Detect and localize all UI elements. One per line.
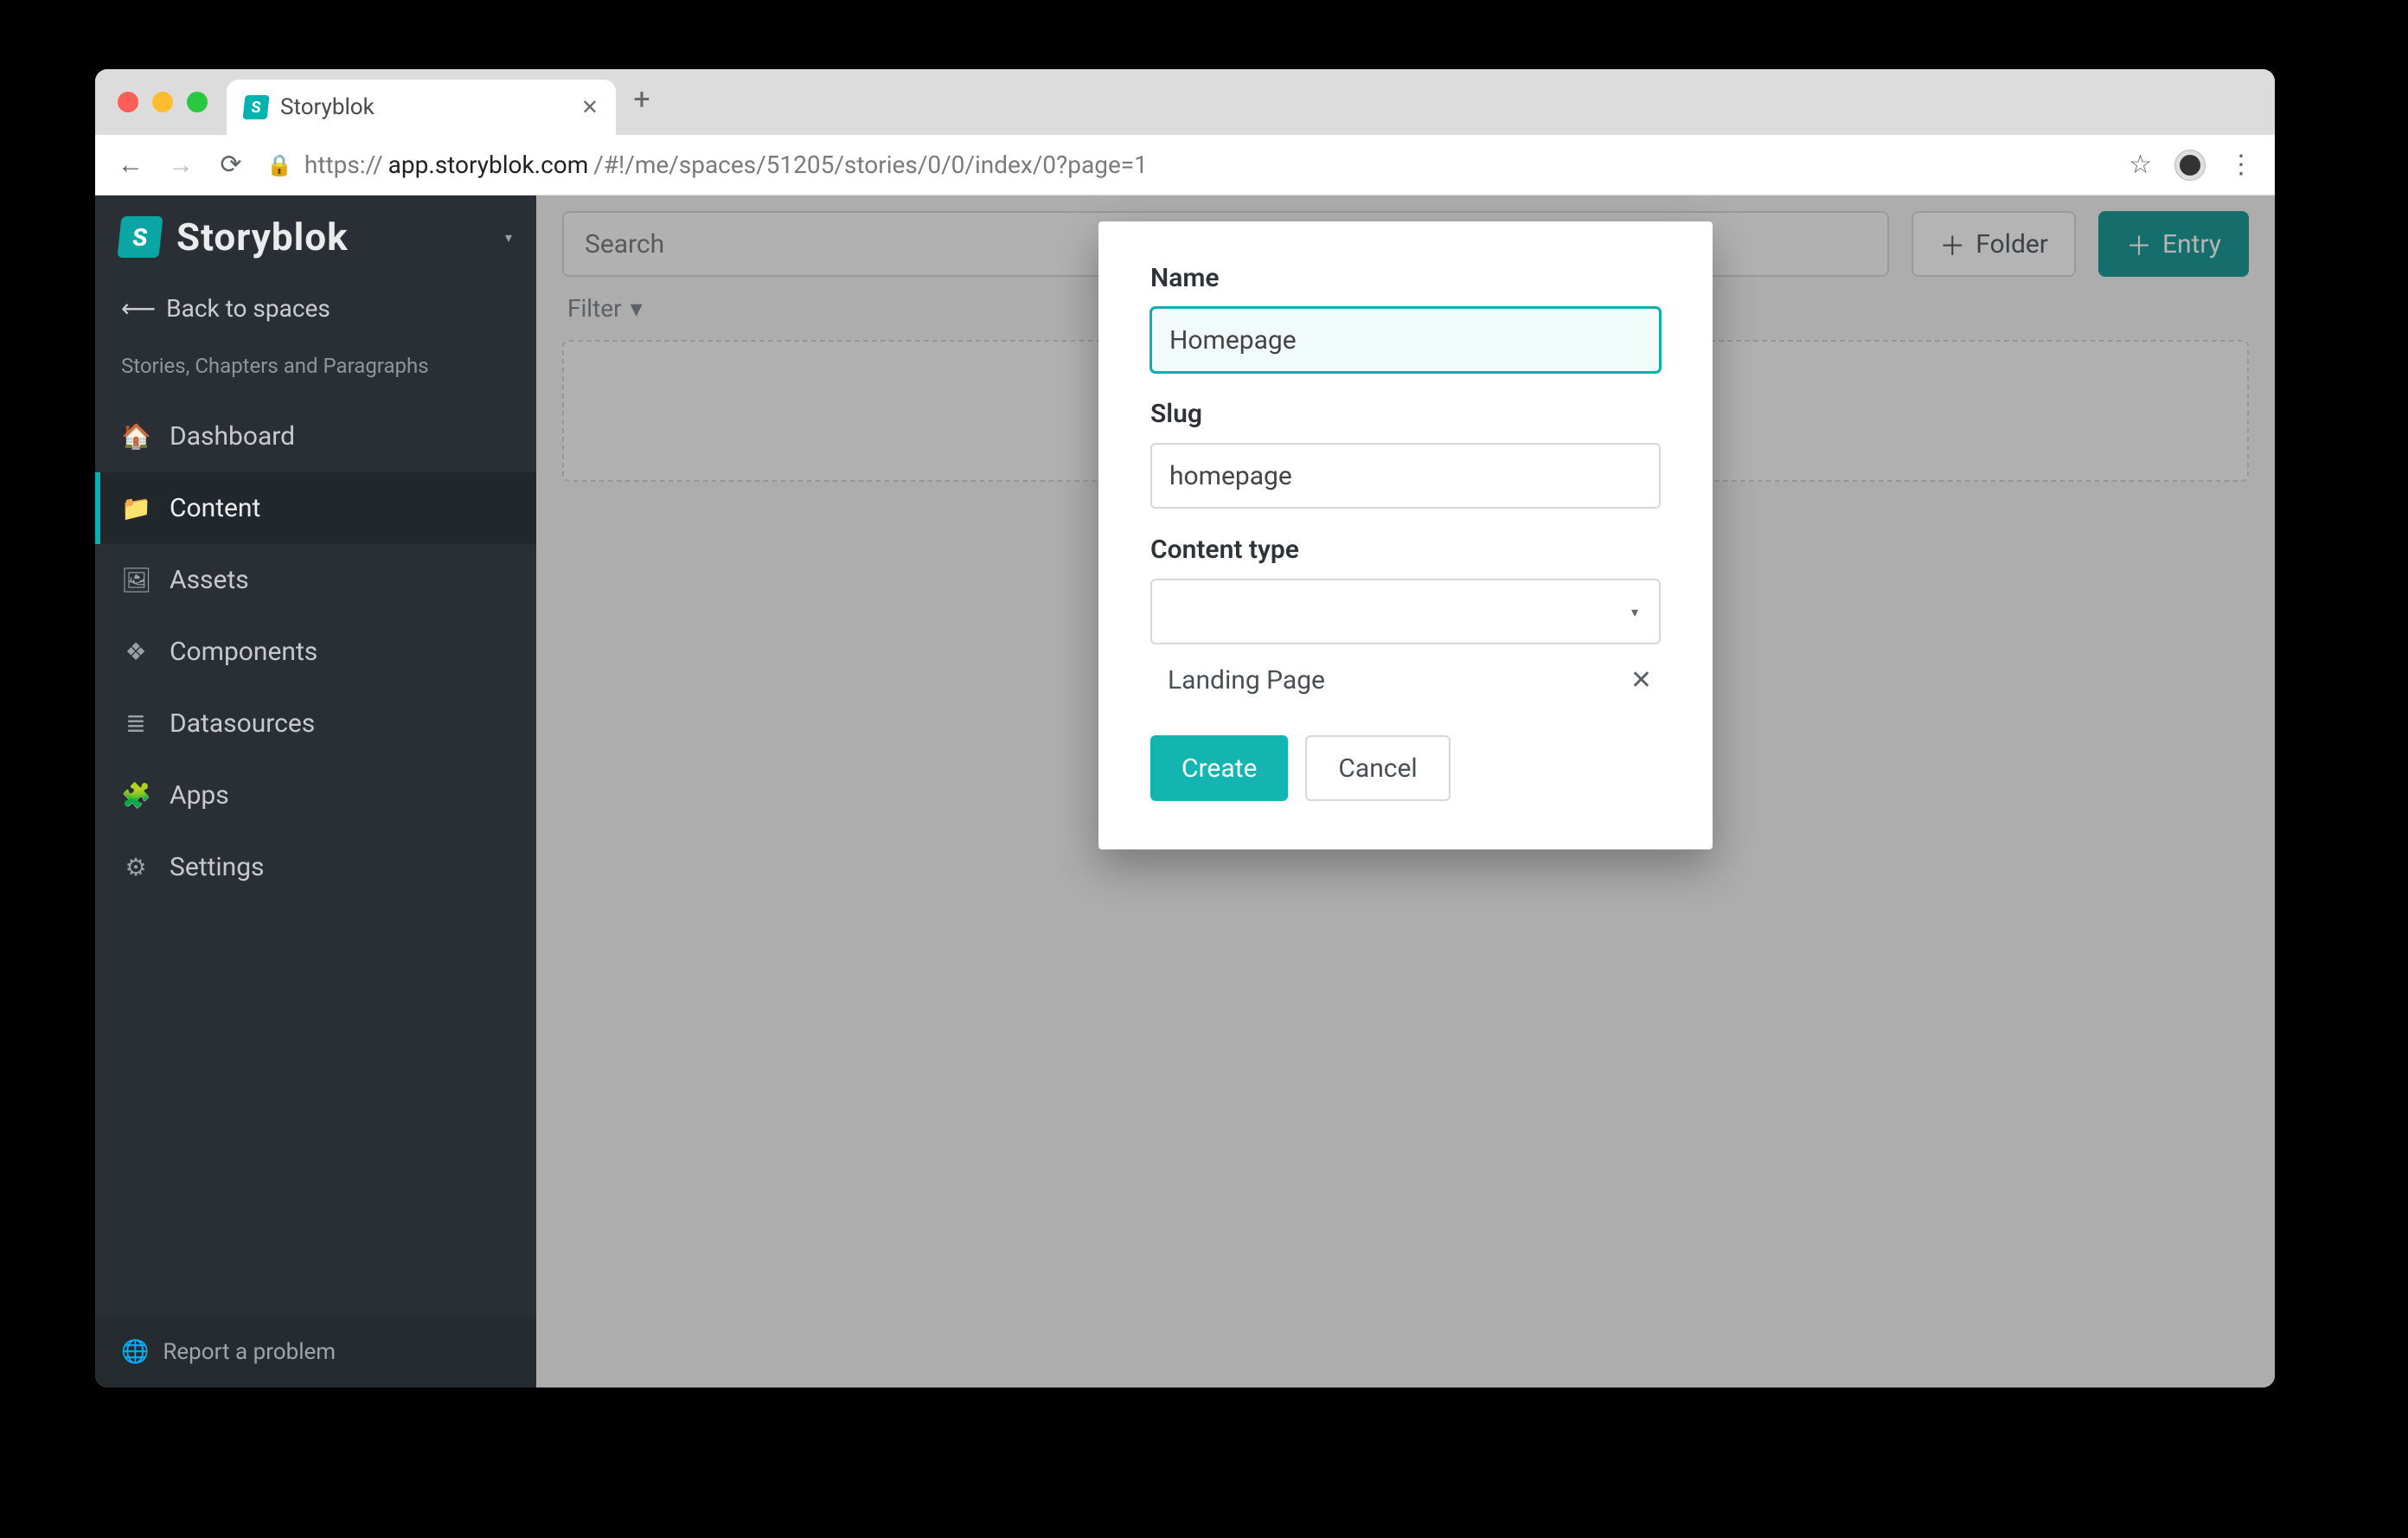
space-switcher-icon[interactable]: ▾ xyxy=(505,229,512,246)
favicon-icon: S xyxy=(243,95,270,119)
slug-label: Slug xyxy=(1150,399,1661,429)
brand-logo-icon: S xyxy=(117,216,163,258)
folder-icon: 📁 xyxy=(121,494,150,522)
sidebar-item-label: Datasources xyxy=(170,708,315,739)
database-icon: ≣ xyxy=(121,709,150,738)
cancel-button[interactable]: Cancel xyxy=(1305,735,1450,801)
window-zoom-icon[interactable] xyxy=(187,92,208,112)
tab-title: Storyblok xyxy=(280,94,375,120)
url-host: app.storyblok.com xyxy=(388,151,589,179)
browser-toolbar: ← → ⟳ 🔒 https://app.storyblok.com/#!/me/… xyxy=(95,135,2275,195)
remove-option-icon[interactable]: ✕ xyxy=(1630,665,1652,695)
main-content: ＋ Folder ＋ Entry Filter ▾ This space doe… xyxy=(536,195,2275,1387)
back-to-spaces-label: Back to spaces xyxy=(166,294,330,323)
sidebar-item-label: Apps xyxy=(170,780,229,811)
tab-close-icon[interactable]: ✕ xyxy=(581,95,599,119)
window-controls xyxy=(118,92,208,112)
nav-back-icon[interactable]: ← xyxy=(116,150,145,180)
sidebar-item-content[interactable]: 📁 Content xyxy=(95,472,536,544)
gear-icon: ⚙ xyxy=(121,853,150,881)
create-button[interactable]: Create xyxy=(1150,735,1288,801)
url-path: /#!/me/spaces/51205/stories/0/0/index/0?… xyxy=(593,151,1148,179)
space-subtitle: Stories, Chapters and Paragraphs xyxy=(95,338,536,401)
bookmark-icon[interactable]: ☆ xyxy=(2129,150,2152,180)
sidebar-item-datasources[interactable]: ≣ Datasources xyxy=(95,688,536,759)
url-scheme: https:// xyxy=(304,151,383,179)
window-minimize-icon[interactable] xyxy=(152,92,173,112)
content-type-option-label: Landing Page xyxy=(1168,665,1325,695)
sidebar-item-components[interactable]: ❖ Components xyxy=(95,616,536,688)
sidebar-item-label: Components xyxy=(170,637,317,667)
sidebar: S Storyblok ▾ ⟵ Back to spaces Stories, … xyxy=(95,195,536,1387)
image-icon: 🖼 xyxy=(121,566,150,594)
home-icon: 🏠 xyxy=(121,422,150,451)
browser-tab[interactable]: S Storyblok ✕ xyxy=(227,80,616,135)
report-problem-link[interactable]: 🌐 Report a problem xyxy=(95,1317,536,1387)
create-entry-modal: Name Slug Content type ▾ Landing Page ✕ … xyxy=(1098,221,1713,849)
sidebar-item-settings[interactable]: ⚙ Settings xyxy=(95,831,536,903)
address-bar[interactable]: 🔒 https://app.storyblok.com/#!/me/spaces… xyxy=(266,151,2108,179)
sidebar-item-assets[interactable]: 🖼 Assets xyxy=(95,544,536,616)
browser-menu-icon[interactable]: ⋮ xyxy=(2228,150,2254,180)
new-tab-button[interactable]: + xyxy=(616,82,668,122)
caret-down-icon: ▾ xyxy=(1631,604,1638,620)
cubes-icon: ❖ xyxy=(121,638,150,666)
name-input[interactable] xyxy=(1150,307,1661,373)
content-type-option[interactable]: Landing Page ✕ xyxy=(1150,644,1661,695)
nav-forward-icon[interactable]: → xyxy=(166,150,195,180)
puzzle-icon: 🧩 xyxy=(121,781,150,810)
lock-icon: 🔒 xyxy=(266,153,292,177)
sidebar-item-apps[interactable]: 🧩 Apps xyxy=(95,759,536,831)
report-problem-label: Report a problem xyxy=(163,1339,336,1365)
content-type-label: Content type xyxy=(1150,535,1661,565)
profile-avatar[interactable] xyxy=(2174,150,2206,181)
brand-title: Storyblok xyxy=(176,215,349,260)
slug-input[interactable] xyxy=(1150,443,1661,509)
globe-icon: 🌐 xyxy=(121,1339,149,1365)
name-label: Name xyxy=(1150,263,1661,293)
content-type-select[interactable]: ▾ xyxy=(1150,579,1661,644)
browser-tabstrip: S Storyblok ✕ + xyxy=(95,69,2275,135)
window-close-icon[interactable] xyxy=(118,92,138,112)
arrow-left-icon: ⟵ xyxy=(121,294,156,323)
sidebar-item-dashboard[interactable]: 🏠 Dashboard xyxy=(95,401,536,472)
sidebar-item-label: Settings xyxy=(170,852,265,882)
app-region: S Storyblok ▾ ⟵ Back to spaces Stories, … xyxy=(95,195,2275,1387)
sidebar-item-label: Content xyxy=(170,493,260,523)
sidebar-item-label: Dashboard xyxy=(170,421,295,452)
sidebar-item-label: Assets xyxy=(170,565,249,595)
browser-window: S Storyblok ✕ + ← → ⟳ 🔒 https://app.stor… xyxy=(95,69,2275,1387)
nav-reload-icon[interactable]: ⟳ xyxy=(216,150,246,180)
sidebar-nav: 🏠 Dashboard 📁 Content 🖼 Assets ❖ Components ≣ Dat… xyxy=(95,401,536,903)
back-to-spaces-link[interactable]: ⟵ Back to spaces xyxy=(95,279,536,338)
sidebar-header[interactable]: S Storyblok ▾ xyxy=(95,195,536,279)
